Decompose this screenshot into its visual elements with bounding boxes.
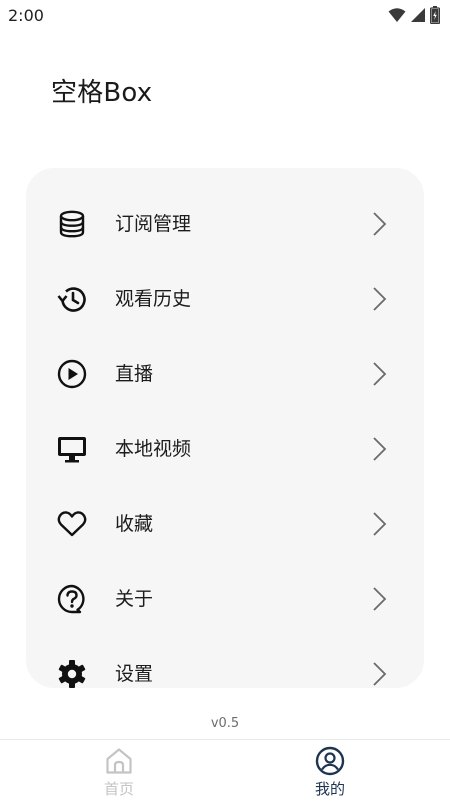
user-circle-icon <box>315 746 345 776</box>
chevron-right-icon <box>368 211 390 237</box>
signal-icon <box>410 7 426 23</box>
version-label: v0.5 <box>210 716 240 731</box>
bottom-nav: 首页 我的 <box>0 739 450 801</box>
nav-item-mine[interactable]: 我的 <box>270 740 390 801</box>
home-icon <box>104 746 134 776</box>
heart-icon <box>56 508 88 540</box>
menu-item-label: 本地视频 <box>115 438 192 460</box>
page-title: 空格Box <box>51 78 153 108</box>
chevron-right-icon <box>368 661 390 687</box>
chevron-right-icon <box>368 511 390 537</box>
menu-item-label: 观看历史 <box>115 288 192 310</box>
status-icons <box>388 6 440 24</box>
menu-item-label: 关于 <box>115 588 154 610</box>
menu-item-history[interactable]: 观看历史 <box>26 262 424 337</box>
database-icon <box>56 208 88 240</box>
wifi-icon <box>388 7 406 23</box>
nav-label: 我的 <box>314 780 345 798</box>
menu-item-settings[interactable]: 设置 <box>26 637 424 688</box>
help-bubble-icon <box>56 583 88 615</box>
chevron-right-icon <box>368 286 390 312</box>
menu-item-label: 订阅管理 <box>115 213 192 235</box>
chevron-right-icon <box>368 436 390 462</box>
menu-item-favorites[interactable]: 收藏 <box>26 487 424 562</box>
menu-item-local-video[interactable]: 本地视频 <box>26 412 424 487</box>
menu-item-about[interactable]: 关于 <box>26 562 424 637</box>
play-circle-icon <box>56 358 88 390</box>
chevron-right-icon <box>368 361 390 387</box>
menu-item-label: 设置 <box>115 663 154 685</box>
nav-label: 首页 <box>103 780 134 798</box>
menu-item-label: 收藏 <box>115 513 154 535</box>
menu-item-live[interactable]: 直播 <box>26 337 424 412</box>
chevron-right-icon <box>368 586 390 612</box>
nav-item-home[interactable]: 首页 <box>59 740 179 801</box>
history-icon <box>56 283 88 315</box>
battery-icon <box>430 6 440 24</box>
status-time: 2:00 <box>8 6 44 25</box>
menu-item-subscriptions[interactable]: 订阅管理 <box>26 187 424 262</box>
gear-icon <box>56 658 88 688</box>
menu-item-label: 直播 <box>115 363 154 385</box>
status-bar: 2:00 <box>0 0 450 30</box>
menu-card: 订阅管理 观看历史 直播 本地视频 收藏 关于 设置 <box>26 168 424 688</box>
monitor-icon <box>56 433 88 465</box>
